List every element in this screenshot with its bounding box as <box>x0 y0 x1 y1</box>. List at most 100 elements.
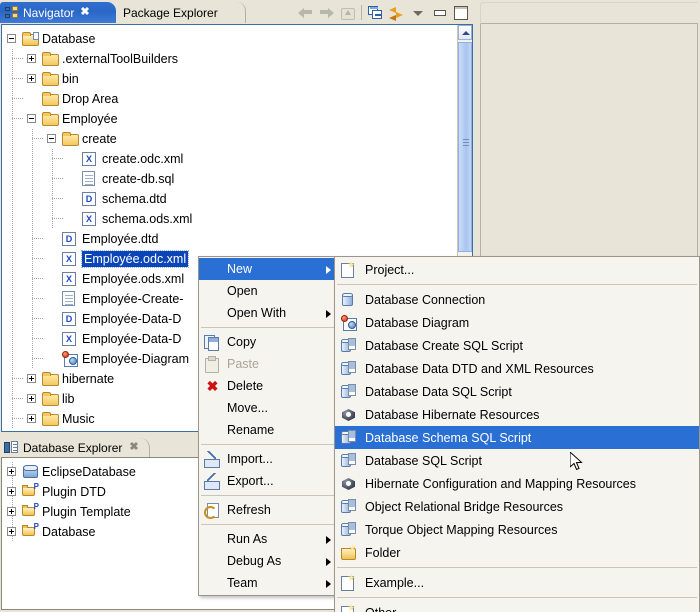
expand-icon[interactable] <box>27 414 36 423</box>
submenu-arrow-icon <box>326 266 331 274</box>
view-menu-icon[interactable] <box>408 4 428 22</box>
menu-item[interactable]: Rename <box>199 419 337 441</box>
tree-item[interactable]: Xcreate.odc.xml <box>2 149 457 169</box>
submenu-item[interactable]: Database Schema SQL Script <box>335 426 699 449</box>
back-icon[interactable] <box>295 4 315 22</box>
expand-icon[interactable] <box>7 487 16 496</box>
submenu-item[interactable]: Database SQL Script <box>335 449 699 472</box>
collapse-icon[interactable] <box>27 114 36 123</box>
menu-item[interactable]: Open <box>199 280 337 302</box>
submenu-item-label: Database SQL Script <box>365 453 482 468</box>
link-with-editor-icon[interactable] <box>387 4 407 22</box>
tree-item-label: Plugin Template <box>42 505 131 519</box>
submenu-item[interactable]: Example... <box>335 571 699 594</box>
submenu-item[interactable]: Project... <box>335 258 699 281</box>
expand-icon[interactable] <box>27 394 36 403</box>
minimize-icon[interactable] <box>429 4 449 22</box>
tree-item[interactable]: bin <box>2 69 457 89</box>
submenu-item[interactable]: Database Connection <box>335 288 699 311</box>
submenu-item[interactable]: Database Data DTD and XML Resources <box>335 357 699 380</box>
submenu-item-label: Database Create SQL Script <box>365 338 523 353</box>
submenu-item[interactable]: Database Diagram <box>335 311 699 334</box>
submenu-item[interactable]: Folder <box>335 541 699 564</box>
tree-guide <box>12 269 13 289</box>
tree-guide <box>32 309 33 329</box>
tree-item[interactable]: Employée <box>2 109 457 129</box>
collapse-all-icon[interactable] <box>366 4 386 22</box>
collapse-icon[interactable] <box>7 34 16 43</box>
menu-item[interactable]: Run As <box>199 528 337 550</box>
tree-item[interactable]: Dschema.dtd <box>2 189 457 209</box>
menu-item[interactable]: New <box>199 258 337 280</box>
forward-icon[interactable] <box>316 4 336 22</box>
tree-item[interactable]: Xschema.ods.xml <box>2 209 457 229</box>
plugin-folder-icon: P <box>22 483 39 498</box>
menu-item[interactable]: Debug As <box>199 550 337 572</box>
submenu-item-label: Database Schema SQL Script <box>365 430 532 445</box>
menu-item-label: Run As <box>227 532 268 546</box>
tree-item[interactable]: create <box>2 129 457 149</box>
tree-item[interactable]: Database <box>2 29 457 49</box>
expand-icon[interactable] <box>7 507 16 516</box>
tree-item-label: Employée.ods.xml <box>82 272 185 286</box>
close-icon[interactable]: ✖ <box>80 7 89 18</box>
menu-item[interactable]: Import... <box>199 448 337 470</box>
scrollbar-thumb[interactable] <box>458 42 472 252</box>
expand-icon[interactable] <box>27 54 36 63</box>
menu-item[interactable]: Move... <box>199 397 337 419</box>
tree-item-label: create <box>82 132 117 146</box>
tab-navigator[interactable]: Navigator ✖ <box>0 2 116 23</box>
collapse-icon[interactable] <box>47 134 56 143</box>
tree-item-label: Music <box>62 412 95 426</box>
menu-item[interactable]: Export... <box>199 470 337 492</box>
export-icon <box>204 473 221 490</box>
submenu-item[interactable]: Other... <box>335 601 699 612</box>
menu-separator <box>337 567 697 568</box>
tree-item[interactable]: create-db.sql <box>2 169 457 189</box>
tree-guide <box>12 209 13 229</box>
scroll-up-button[interactable] <box>458 25 472 40</box>
menu-item[interactable]: Copy <box>199 331 337 353</box>
new-project-icon <box>341 262 359 278</box>
navigator-toolbar <box>295 3 470 22</box>
tree-guide <box>32 249 33 269</box>
folder-icon <box>62 132 79 146</box>
menu-item-label: Open <box>227 284 258 298</box>
submenu-item-label: Database Diagram <box>365 315 470 330</box>
menu-item-label: Export... <box>227 474 274 488</box>
tree-guide <box>32 358 43 359</box>
expand-icon[interactable] <box>7 527 16 536</box>
submenu-item[interactable]: Hibernate Configuration and Mapping Reso… <box>335 472 699 495</box>
submenu-item[interactable]: Database Data SQL Script <box>335 380 699 403</box>
tree-guide <box>52 149 53 169</box>
new-submenu: Project... Database Connection Database Di… <box>334 256 700 612</box>
submenu-item[interactable]: Database Hibernate Resources <box>335 403 699 426</box>
tab-database-explorer[interactable]: Database Explorer ✖ <box>0 438 150 457</box>
tree-item[interactable]: .externalToolBuilders <box>2 49 457 69</box>
tree-item[interactable]: D Employée.dtd <box>2 229 457 249</box>
maximize-icon[interactable] <box>450 4 470 22</box>
up-icon[interactable] <box>337 4 357 22</box>
tree-guide <box>32 338 43 339</box>
submenu-item-label: Database Data DTD and XML Resources <box>365 361 594 376</box>
menu-item[interactable]: Open With <box>199 302 337 324</box>
tree-guide <box>12 118 23 119</box>
submenu-item[interactable]: Object Relational Bridge Resources <box>335 495 699 518</box>
close-icon[interactable]: ✖ <box>129 442 138 453</box>
submenu-item[interactable]: Torque Object Mapping Resources <box>335 518 699 541</box>
tree-guide <box>52 218 63 219</box>
submenu-item[interactable]: Database Create SQL Script <box>335 334 699 357</box>
expand-icon[interactable] <box>27 74 36 83</box>
menu-item[interactable]: ✖ Delete <box>199 375 337 397</box>
tree-item[interactable]: Drop Area <box>2 89 457 109</box>
expand-icon[interactable] <box>27 374 36 383</box>
tab-package-explorer[interactable]: Package Explorer <box>118 2 246 23</box>
tree-item-label: Employée.dtd <box>82 232 159 246</box>
xml-file-icon: X <box>62 332 76 346</box>
database-diagram-icon <box>341 315 359 331</box>
diagram-file-icon <box>62 351 78 367</box>
menu-item-label: Paste <box>227 357 259 371</box>
menu-item[interactable]: Team <box>199 572 337 594</box>
expand-icon[interactable] <box>7 467 16 476</box>
menu-item[interactable]: Refresh <box>199 499 337 521</box>
